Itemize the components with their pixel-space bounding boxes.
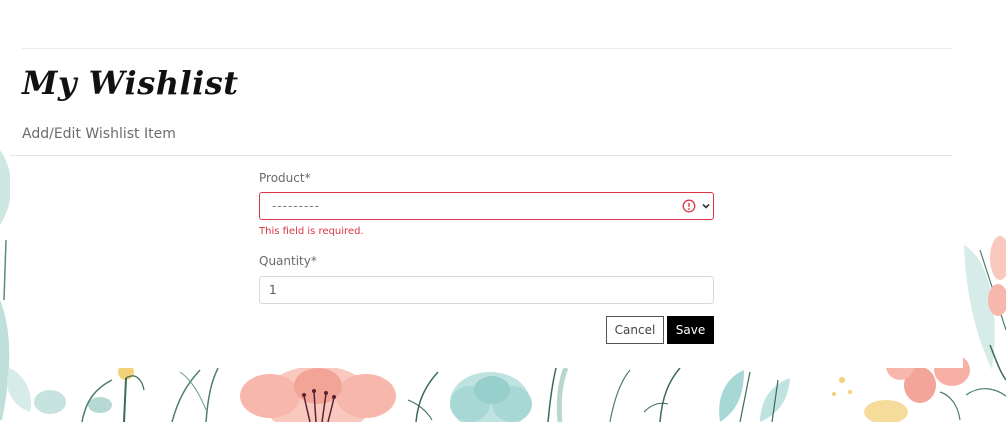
exclamation-circle-icon — [682, 199, 696, 213]
subtitle-divider — [10, 155, 952, 156]
product-error-message: This field is required. — [259, 226, 364, 237]
product-select[interactable]: --------- — [259, 192, 714, 220]
save-button[interactable]: Save — [667, 316, 714, 344]
chevron-down-icon — [702, 203, 710, 209]
quantity-label: Quantity* — [259, 254, 317, 268]
top-divider — [22, 48, 952, 49]
cancel-button[interactable]: Cancel — [606, 316, 664, 344]
page-subtitle: Add/Edit Wishlist Item — [22, 126, 176, 142]
wishlist-card: My Wishlist Add/Edit Wishlist Item Produ… — [10, 0, 963, 368]
quantity-input[interactable] — [259, 276, 714, 304]
product-select-value: --------- — [272, 199, 320, 213]
page-title: My Wishlist — [22, 64, 239, 102]
product-label: Product* — [259, 171, 311, 185]
